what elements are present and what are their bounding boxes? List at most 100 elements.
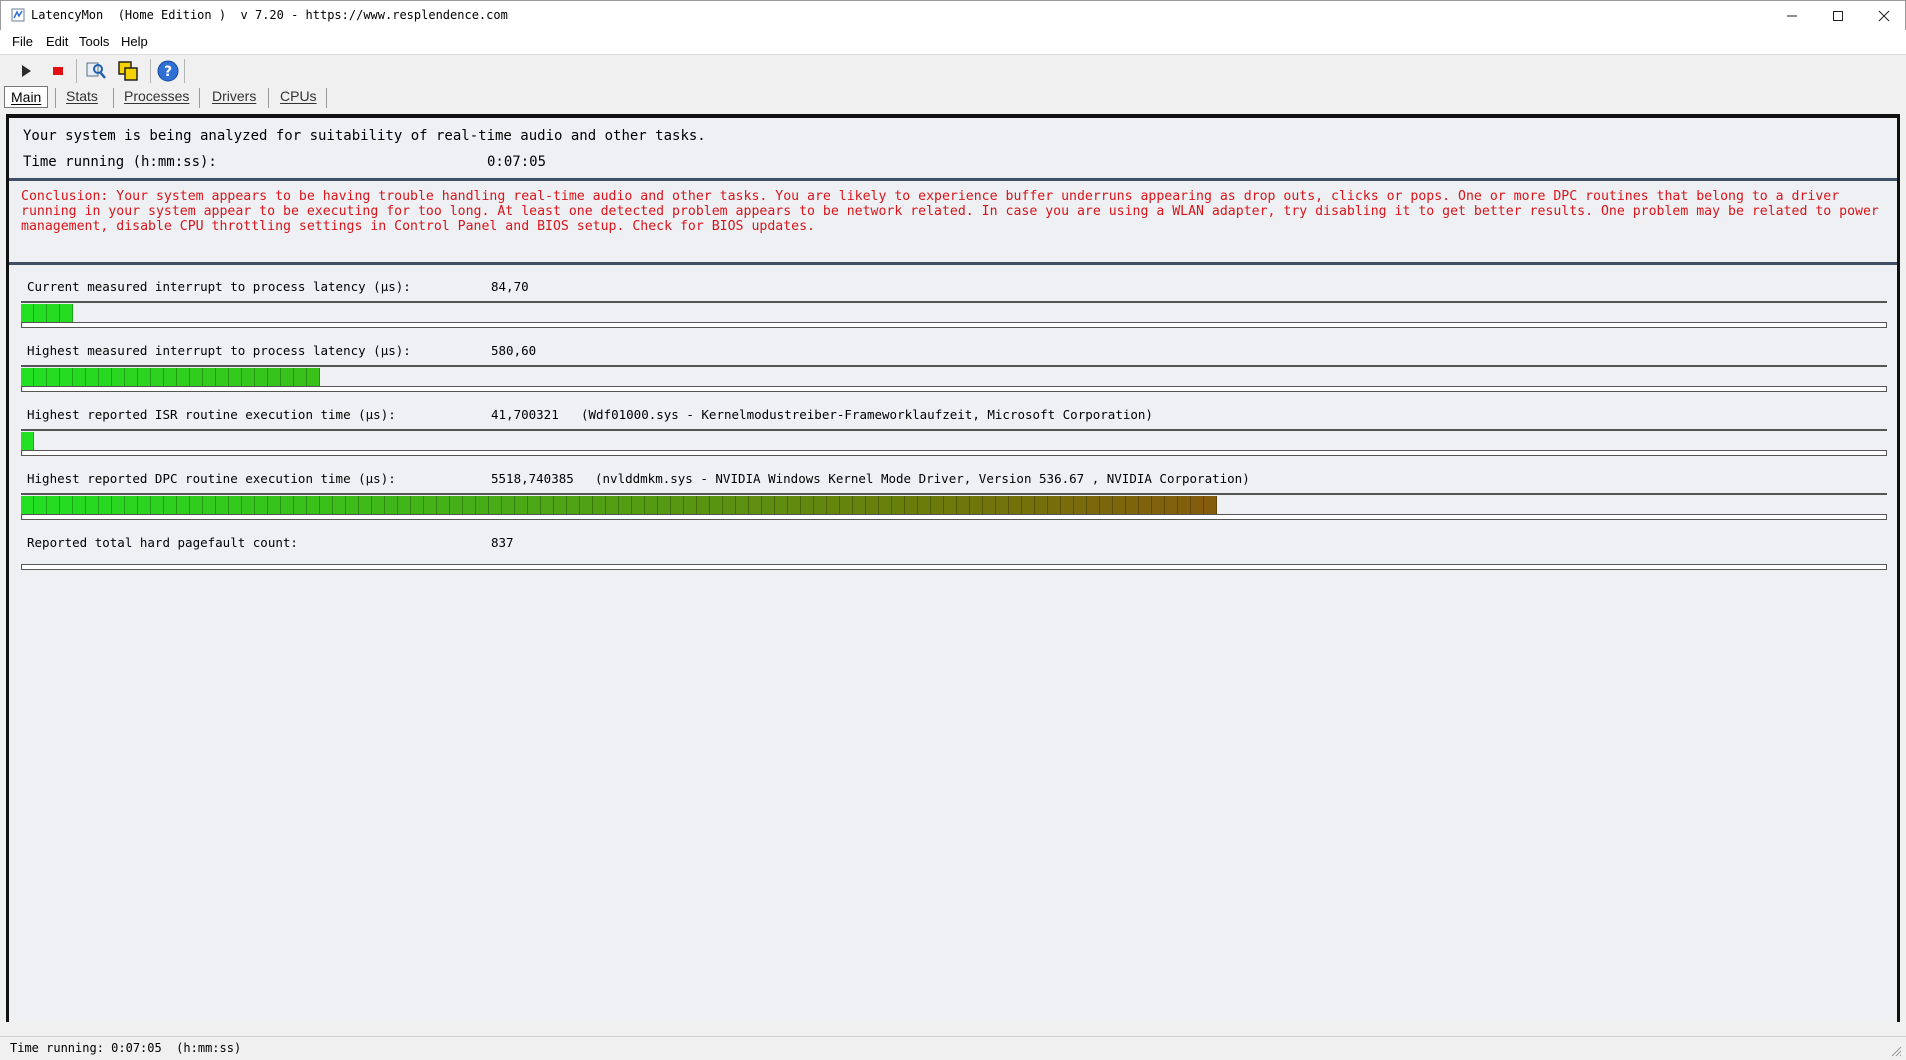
bar-segment (710, 496, 723, 514)
bar-segment (788, 496, 801, 514)
start-button[interactable] (14, 59, 38, 83)
bar-segment (879, 496, 892, 514)
stop-icon (53, 67, 63, 75)
bar-segment (125, 496, 138, 514)
current-latency-bar (21, 304, 1887, 328)
current-latency-label: Current measured interrupt to process la… (27, 279, 411, 294)
dpc-driver-detail: (nvlddmkm.sys - NVIDIA Windows Kernel Mo… (595, 471, 1250, 486)
bar-segment (463, 496, 476, 514)
menu-edit[interactable]: Edit (46, 34, 68, 49)
bar-segment (489, 496, 502, 514)
bar-segment (229, 496, 242, 514)
menu-file[interactable]: File (12, 34, 33, 49)
status-text: Time running: 0:07:05 (h:mm:ss) (10, 1041, 242, 1055)
maximize-icon (1833, 11, 1843, 21)
menu-help[interactable]: Help (121, 34, 148, 49)
bar-segment (892, 496, 905, 514)
bar-segment (632, 496, 645, 514)
bar-segment (398, 496, 411, 514)
bar-segment (476, 496, 489, 514)
bar-segment (268, 496, 281, 514)
tab-divider (55, 88, 56, 108)
tab-divider (326, 88, 327, 108)
help-button[interactable]: ? (156, 59, 180, 83)
bar-segment (73, 496, 86, 514)
tab-cpus[interactable]: CPUs (274, 86, 323, 108)
bar-segment (73, 368, 86, 386)
dpc-time-bar (21, 496, 1887, 520)
current-latency-bar-fill (21, 304, 73, 322)
tab-processes[interactable]: Processes (118, 86, 195, 108)
bar-segment (840, 496, 853, 514)
bar-segment (34, 368, 47, 386)
bar-segment (138, 496, 151, 514)
app-icon (11, 8, 25, 22)
bar-segment (86, 368, 99, 386)
bar-segment (970, 496, 983, 514)
pagefault-bar (21, 546, 1887, 570)
bar-segment (424, 496, 437, 514)
bar-segment (307, 496, 320, 514)
bar-segment (918, 496, 931, 514)
isr-time-value: 41,700321 (491, 407, 559, 422)
menu-tools[interactable]: Tools (79, 34, 109, 49)
copy-windows-icon (118, 61, 138, 81)
bar-segment (99, 368, 112, 386)
dpc-time-label: Highest reported DPC routine execution t… (27, 471, 396, 486)
bar-segment (242, 496, 255, 514)
tab-stats[interactable]: Stats (60, 86, 104, 108)
bar-segment (177, 368, 190, 386)
bar-segment (203, 368, 216, 386)
bar-segment (983, 496, 996, 514)
bar-segment (307, 368, 320, 386)
tab-main[interactable]: Main (4, 86, 49, 108)
bar-segment (294, 368, 307, 386)
close-button[interactable] (1861, 1, 1906, 31)
toolbar-separator (184, 59, 185, 83)
bar-segment (229, 368, 242, 386)
bar-segment (1152, 496, 1165, 514)
highest-latency-value: 580,60 (491, 343, 537, 358)
dpc-time-value: 5518,740385 (491, 471, 574, 486)
highest-latency-bar-fill (21, 368, 320, 386)
bar-segment (749, 496, 762, 514)
resize-grip-icon[interactable] (1890, 1045, 1902, 1057)
bar-segment (385, 496, 398, 514)
search-tool-icon (86, 62, 106, 79)
status-bar: Time running: 0:07:05 (h:mm:ss) (0, 1036, 1906, 1060)
bar-segment (1009, 496, 1022, 514)
bar-segment (827, 496, 840, 514)
bar-segment (151, 496, 164, 514)
metric-divider (21, 493, 1887, 495)
bar-segment (216, 368, 229, 386)
bar-segment (736, 496, 749, 514)
bar-segment (905, 496, 918, 514)
bar-segment (60, 496, 73, 514)
toolbar-separator (150, 59, 151, 83)
search-tool-button[interactable] (84, 59, 108, 83)
help-icon: ? (157, 60, 179, 82)
bar-segment (957, 496, 970, 514)
copy-button[interactable] (116, 59, 140, 83)
metric-divider (21, 429, 1887, 431)
bar-segment (164, 368, 177, 386)
minimize-icon (1787, 15, 1797, 17)
current-latency-value: 84,70 (491, 279, 529, 294)
bar-segment (775, 496, 788, 514)
bar-segment (47, 496, 60, 514)
minimize-button[interactable] (1769, 1, 1815, 31)
maximize-button[interactable] (1815, 1, 1861, 31)
bar-segment (931, 496, 944, 514)
isr-time-label: Highest reported ISR routine execution t… (27, 407, 396, 422)
bar-segment (99, 496, 112, 514)
tab-drivers[interactable]: Drivers (206, 86, 262, 108)
bar-segment (593, 496, 606, 514)
stop-button[interactable] (46, 59, 70, 83)
tab-divider (199, 88, 200, 108)
bar-segment (645, 496, 658, 514)
bar-segment (671, 496, 684, 514)
tab-divider (113, 88, 114, 108)
bar-segment (164, 496, 177, 514)
metric-divider (21, 365, 1887, 367)
bar-segment (216, 496, 229, 514)
